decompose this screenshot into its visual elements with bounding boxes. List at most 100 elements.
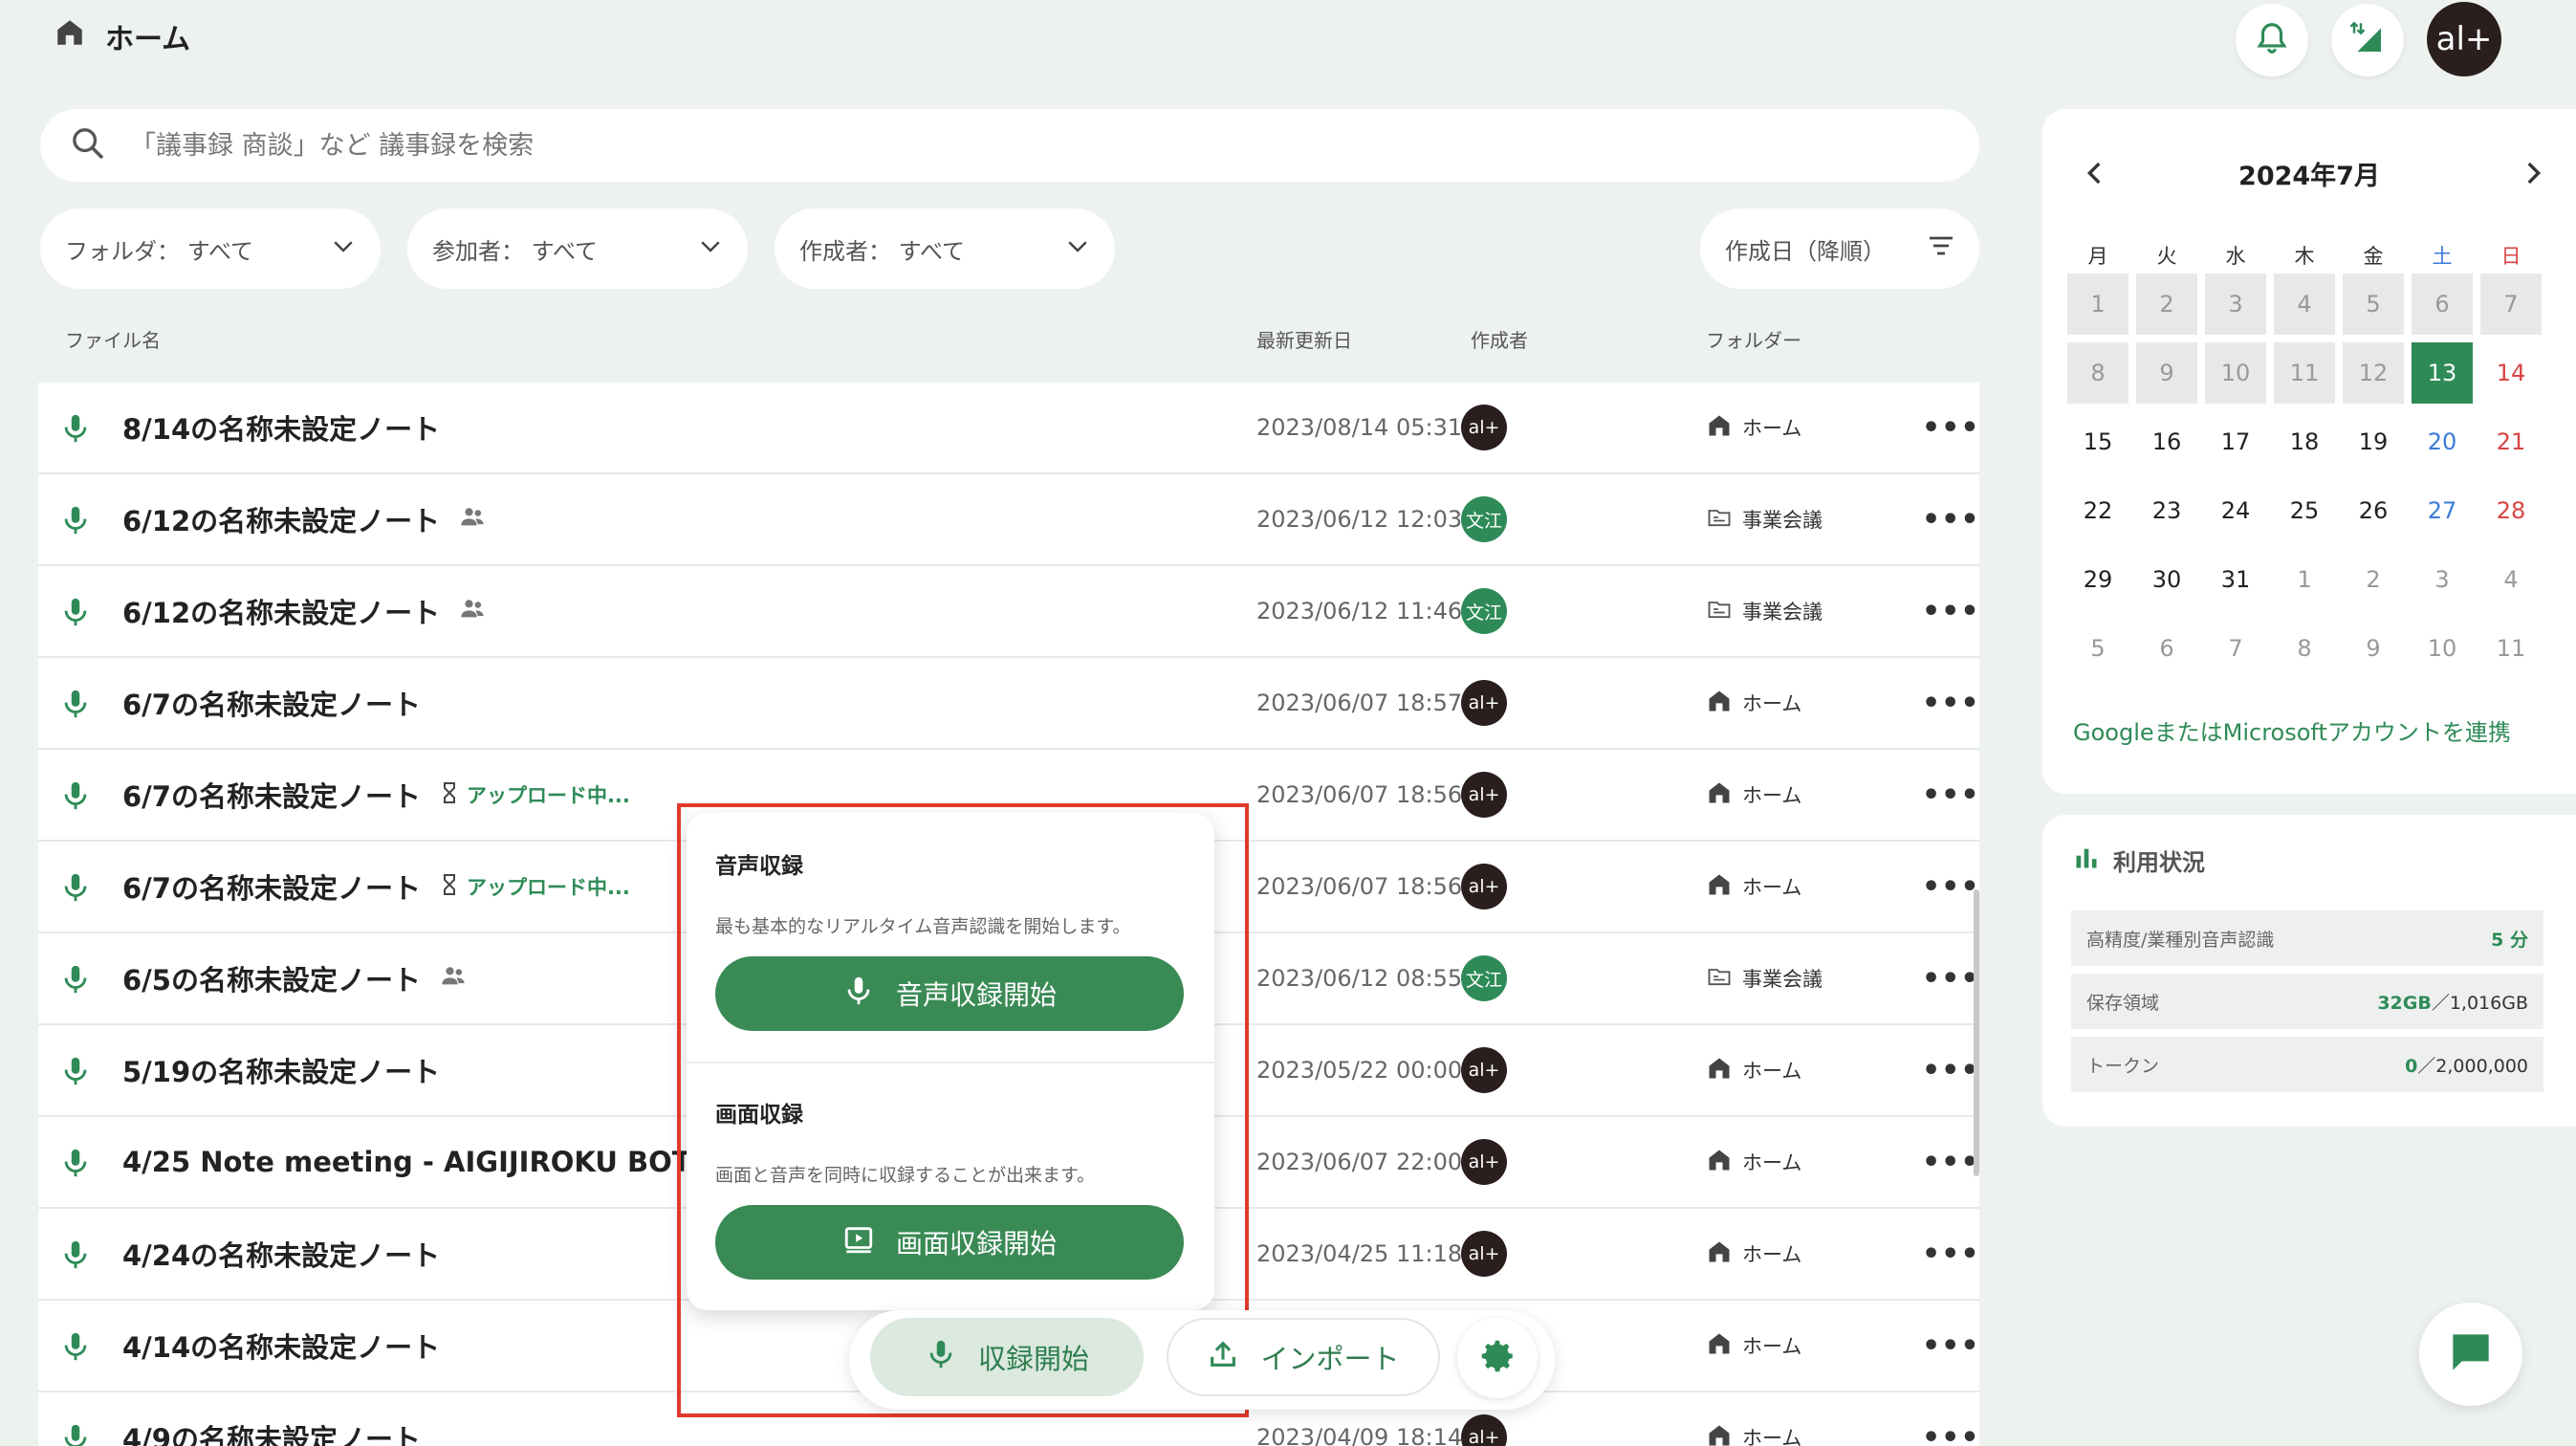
column-header-updated[interactable]: 最新更新日 [1256,325,1352,353]
calendar-day[interactable]: 18 [2274,411,2335,472]
settings-button[interactable] [1457,1318,1538,1398]
author-filter-label: 作成者： すべて [799,237,965,265]
calendar-day[interactable]: 9 [2136,342,2197,404]
calendar-day[interactable]: 23 [2136,480,2197,541]
folder-cell: ホーム [1706,871,1801,903]
calendar-day-today[interactable]: 13 [2412,342,2473,404]
note-title-cell[interactable]: 8/14の名称未設定ノート [122,407,440,448]
more-options-button[interactable]: ••• [1922,595,1980,628]
record-button[interactable]: 収録開始 [870,1318,1144,1396]
calendar-day[interactable]: 3 [2412,549,2473,610]
calendar-day[interactable]: 17 [2205,411,2266,472]
calendar-day[interactable]: 2 [2136,274,2197,335]
calendar-day[interactable]: 2 [2343,549,2404,610]
calendar-day[interactable]: 8 [2274,618,2335,679]
more-options-button[interactable]: ••• [1922,1329,1980,1363]
note-title-cell[interactable]: 6/7の名称未設定ノート [122,683,421,723]
participant-filter-dropdown[interactable]: 参加者： すべて [407,208,748,289]
calendar-day[interactable]: 31 [2205,549,2266,610]
notification-button[interactable] [2236,4,2308,77]
calendar-day[interactable]: 8 [2067,342,2128,404]
folder-filter-dropdown[interactable]: フォルダ： すべて [40,208,381,289]
column-header-author[interactable]: 作成者 [1471,325,1528,353]
note-title-cell[interactable]: 4/14の名称未設定ノート [122,1326,440,1366]
calendar-day[interactable]: 6 [2136,618,2197,679]
calendar-day[interactable]: 10 [2412,618,2473,679]
import-button[interactable]: インポート [1167,1318,1440,1396]
calendar-day[interactable]: 1 [2067,274,2128,335]
more-options-button[interactable]: ••• [1922,1054,1980,1087]
calendar-day[interactable]: 5 [2067,618,2128,679]
more-options-button[interactable]: ••• [1922,1238,1980,1271]
chat-button[interactable] [2419,1303,2522,1406]
calendar-day[interactable]: 28 [2480,480,2542,541]
more-options-button[interactable]: ••• [1922,411,1980,445]
folder-cell: ホーム [1706,1055,1801,1086]
table-row[interactable]: 6/12の名称未設定ノート 2023/06/12 12:03 文江 事業会議 ••• [38,474,1979,566]
folder-cell: ホーム [1706,1330,1801,1362]
note-title-cell[interactable]: 6/12の名称未設定ノート [122,499,488,539]
user-avatar[interactable]: al+ [2427,2,2501,77]
calendar-day[interactable]: 6 [2412,274,2473,335]
calendar-day[interactable]: 5 [2343,274,2404,335]
chevron-right-icon[interactable] [2517,157,2549,198]
calendar-day[interactable]: 27 [2412,480,2473,541]
calendar-day[interactable]: 12 [2343,342,2404,404]
note-title-cell[interactable]: 6/12の名称未設定ノート [122,591,488,631]
calendar-day[interactable]: 10 [2205,342,2266,404]
calendar-day[interactable]: 29 [2067,549,2128,610]
table-row[interactable]: 6/12の名称未設定ノート 2023/06/12 11:46 文江 事業会議 ••• [38,566,1979,658]
more-options-button[interactable]: ••• [1922,778,1980,812]
calendar-day[interactable]: 26 [2343,480,2404,541]
more-options-button[interactable]: ••• [1922,1146,1980,1179]
note-title-cell[interactable]: 5/19の名称未設定ノート [122,1050,440,1090]
note-title-cell[interactable]: 6/7の名称未設定ノート アップロード中... [122,775,630,815]
calendar-day[interactable]: 25 [2274,480,2335,541]
calendar-day[interactable]: 16 [2136,411,2197,472]
calendar-day[interactable]: 21 [2480,411,2542,472]
usage-value: 0／2,000,000 [2405,1055,2528,1077]
column-header-folder[interactable]: フォルダー [1706,325,1801,353]
column-header-filename[interactable]: ファイル名 [65,325,161,353]
calendar-day[interactable]: 7 [2480,274,2542,335]
note-title-cell[interactable]: 6/7の名称未設定ノート アップロード中... [122,866,630,907]
calendar-day[interactable]: 4 [2274,274,2335,335]
note-title-cell[interactable]: 6/5の名称未設定ノート [122,958,469,998]
calendar-day[interactable]: 20 [2412,411,2473,472]
note-title-cell[interactable]: 4/25 Note meeting - AIGIJIROKU BOT [122,1146,691,1178]
connect-account-link[interactable]: GoogleまたはMicrosoftアカウントを連携 [2073,713,2511,747]
calendar-day[interactable]: 14 [2480,342,2542,404]
updated-date: 2023/06/12 12:03 [1256,506,1463,533]
table-row[interactable]: 6/7の名称未設定ノート 2023/06/07 18:57 al+ ホーム ••• [38,658,1979,750]
calendar-day[interactable]: 24 [2205,480,2266,541]
microphone-icon [59,503,92,541]
more-options-button[interactable]: ••• [1922,962,1980,996]
more-options-button[interactable]: ••• [1922,503,1980,537]
more-options-button[interactable]: ••• [1922,870,1980,904]
calendar-day[interactable]: 15 [2067,411,2128,472]
calendar-day[interactable]: 22 [2067,480,2128,541]
upload-status: アップロード中... [438,778,630,812]
calendar-day[interactable]: 19 [2343,411,2404,472]
calendar-day[interactable]: 4 [2480,549,2542,610]
note-title-cell[interactable]: 4/24の名称未設定ノート [122,1234,440,1274]
more-options-button[interactable]: ••• [1922,1421,1980,1446]
calendar-day[interactable]: 11 [2274,342,2335,404]
calendar-day[interactable]: 11 [2480,618,2542,679]
author-avatar: al+ [1461,1047,1507,1093]
calendar-day[interactable]: 7 [2205,618,2266,679]
calendar-day[interactable]: 30 [2136,549,2197,610]
list-scrollbar[interactable] [1974,889,1979,1176]
more-options-button[interactable]: ••• [1922,687,1980,720]
calendar-day[interactable]: 1 [2274,549,2335,610]
note-title-cell[interactable]: 4/9の名称未設定ノート [122,1417,421,1446]
plan-button[interactable] [2331,4,2404,77]
sort-button[interactable]: 作成日（降順） [1700,208,1979,289]
calendar-day[interactable]: 9 [2343,618,2404,679]
search-bar[interactable] [40,109,1979,182]
search-input[interactable] [130,130,1851,161]
calendar-panel: 2024年7月 月火水木金土日 1 2 3 4 5 6 7 8 9 10 11 12 13 14 15 16 17… [2042,109,2576,794]
table-row[interactable]: 8/14の名称未設定ノート 2023/08/14 05:31 al+ ホーム ••• [38,383,1979,474]
author-filter-dropdown[interactable]: 作成者： すべて [775,208,1115,289]
calendar-day[interactable]: 3 [2205,274,2266,335]
